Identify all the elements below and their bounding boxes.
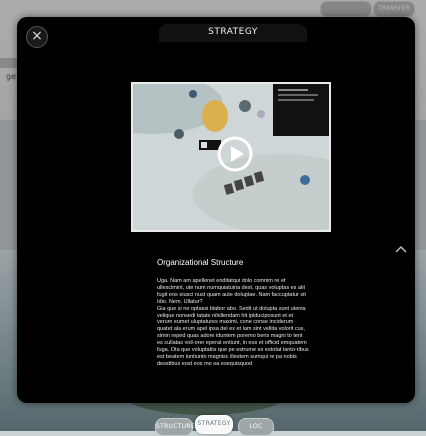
strategy-modal: STRATEGY × Organizational Structure Uga.…: [17, 17, 415, 403]
tab-loc[interactable]: LOC: [238, 418, 274, 436]
video-player[interactable]: [131, 82, 331, 232]
close-icon: ×: [31, 28, 43, 44]
tab-structure[interactable]: STRUCTURE: [155, 418, 195, 436]
play-icon[interactable]: [217, 136, 253, 172]
section-body: Uga. Nam am apellenet enditatqui dolo co…: [157, 278, 309, 367]
close-button[interactable]: ×: [26, 26, 48, 48]
collapse-icon[interactable]: [395, 245, 407, 253]
section-title: Organizational Structure: [157, 258, 244, 267]
modal-title: STRATEGY: [159, 24, 307, 42]
tab-strategy[interactable]: STRATEGY: [195, 415, 233, 434]
